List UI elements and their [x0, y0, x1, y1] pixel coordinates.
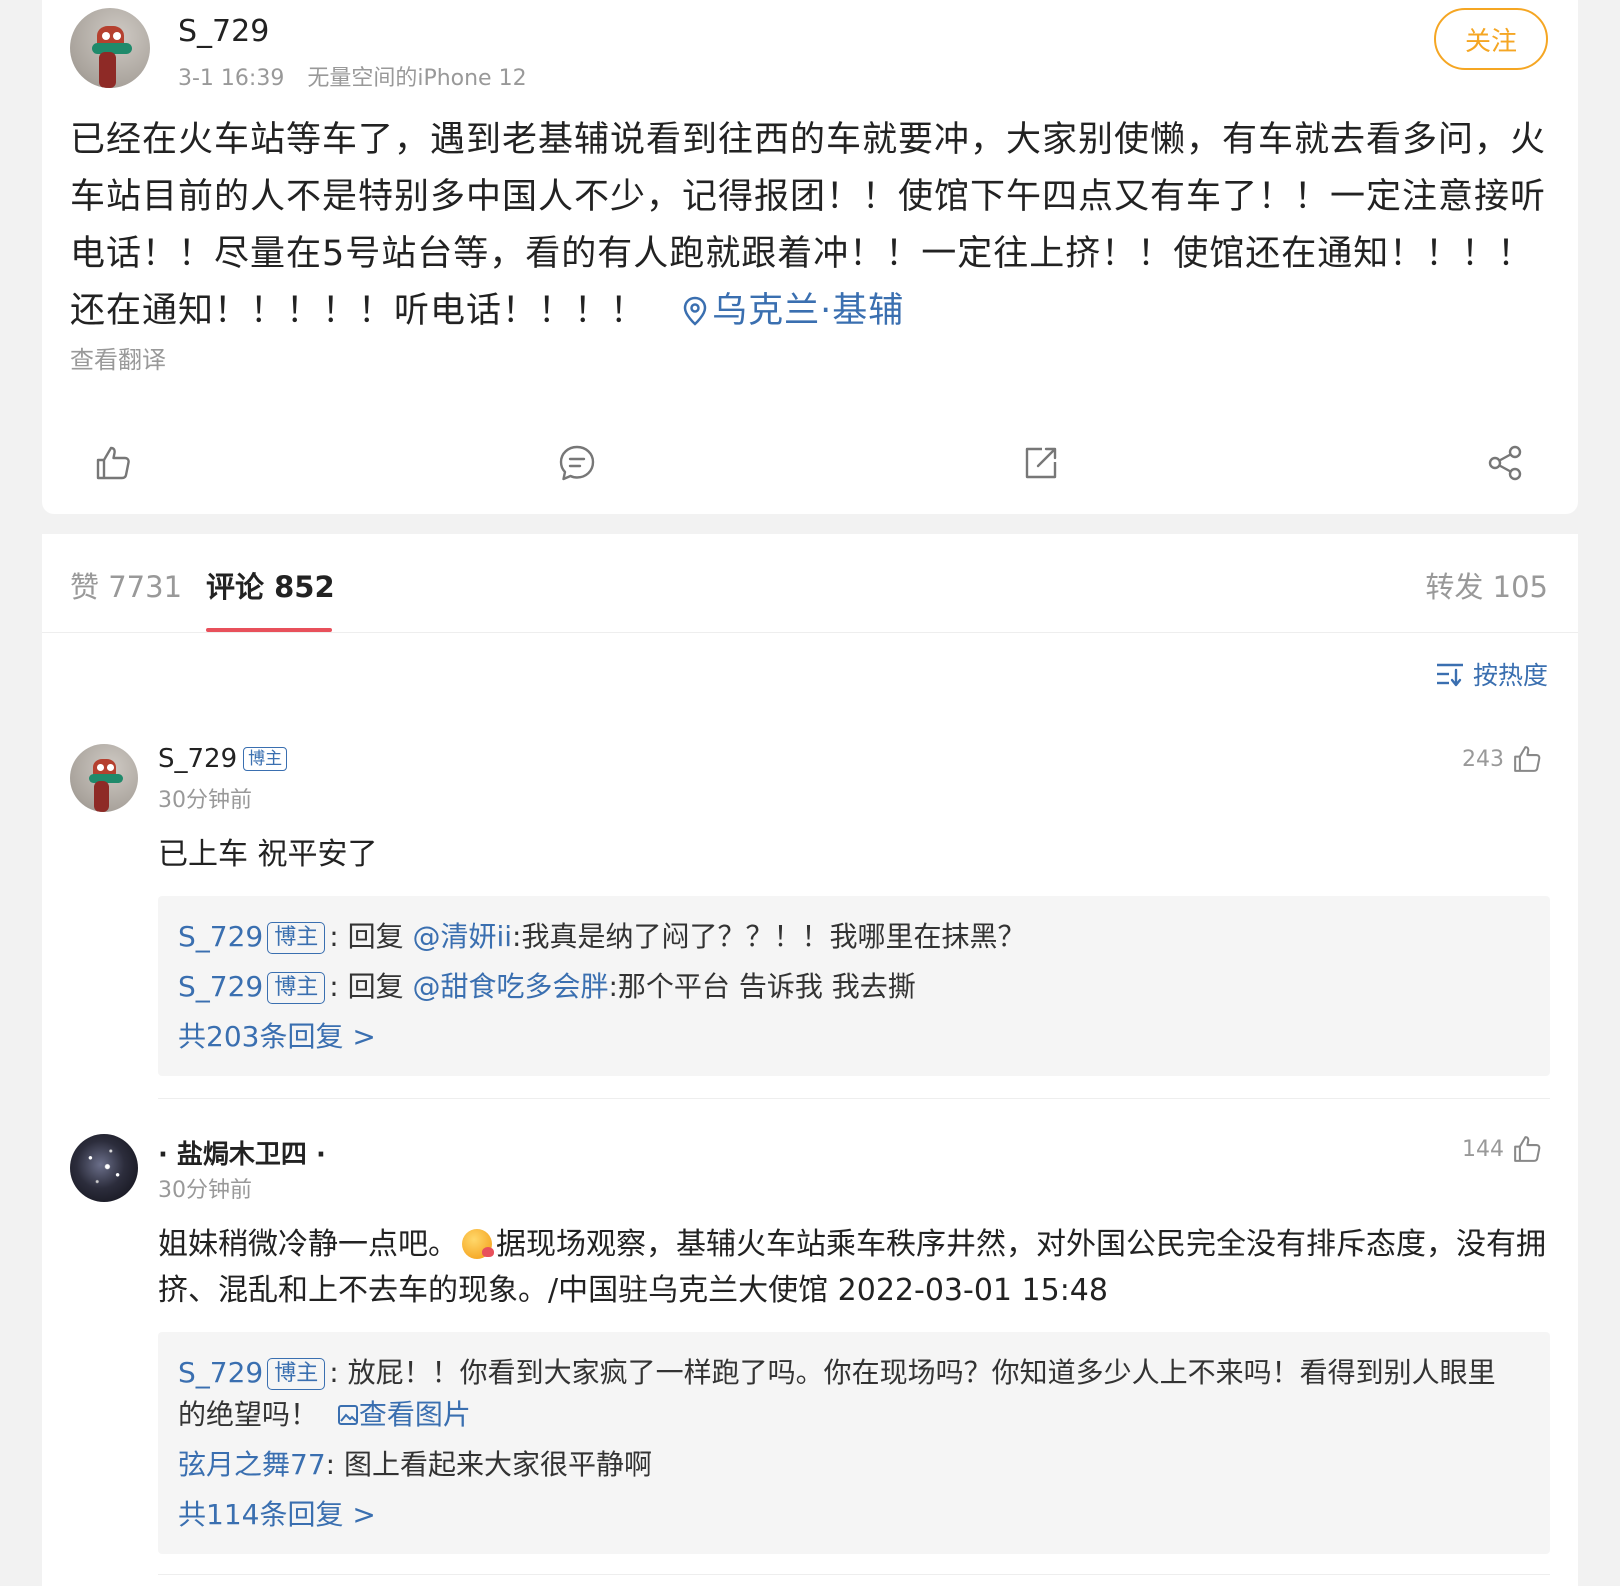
user-avatar[interactable] — [70, 8, 150, 88]
share-icon[interactable] — [1486, 444, 1524, 482]
reply-box: S_729 博主: 放屁！！你看到大家疯了一样跑了吗。你在现场吗？你知道多少人上不… — [158, 1332, 1550, 1554]
kiss-emoji-icon — [462, 1229, 494, 1259]
view-image-link[interactable]: 查看图片 — [337, 1398, 471, 1431]
reply-username: S_729 — [178, 1356, 264, 1389]
comment-divider — [158, 1574, 1550, 1575]
comment-time: 30分钟前 — [158, 1178, 252, 1203]
more-replies-link[interactable]: 共203条回复 > — [178, 1016, 1518, 1058]
comment-like-count: 243 — [1462, 746, 1504, 772]
tab-comments[interactable]: 评论 852 — [206, 564, 335, 606]
tab-reposts[interactable]: 转发 105 — [1425, 564, 1548, 606]
repost-icon[interactable] — [1022, 444, 1060, 482]
reply-item[interactable]: S_729 博主: 回复 @甜食吃多会胖:那个平台 告诉我 我去撕 — [178, 966, 1518, 1008]
reply-username: S_729 — [178, 920, 264, 953]
mention-link: @甜食吃多会胖 — [412, 970, 609, 1003]
tab-likes[interactable]: 赞 7731 — [70, 564, 182, 606]
post-body: 已经在火车站等车了，遇到老基辅说看到往西的车就要冲，大家别使懒，有车就去看多问，… — [70, 112, 1550, 340]
post-meta: 3-1 16:39 无量空间的iPhone 12 — [178, 60, 527, 92]
reply-item[interactable]: S_729 博主: 回复 @清妍ii:我真是纳了闷了？？！！我哪里在抹黑？ — [178, 916, 1518, 958]
sort-button[interactable]: 按热度 — [1435, 656, 1548, 692]
location-pin-icon — [683, 296, 707, 326]
comment-like-button[interactable]: 243 — [1462, 744, 1542, 774]
post-device: 无量空间的iPhone 12 — [307, 66, 527, 91]
sort-label: 按热度 — [1472, 661, 1548, 690]
reply-item[interactable]: 弦月之舞77: 图上看起来大家很平静啊 — [178, 1444, 1518, 1486]
mention-link: @清妍ii — [412, 920, 513, 953]
post-time: 3-1 16:39 — [178, 66, 285, 91]
reply-username: S_729 — [178, 970, 264, 1003]
like-icon — [1514, 746, 1541, 772]
post-username[interactable]: S_729 — [178, 14, 269, 49]
author-badge: 博主 — [267, 922, 326, 954]
reply-username: 弦月之舞77 — [178, 1448, 326, 1481]
reply-box: S_729 博主: 回复 @清妍ii:我真是纳了闷了？？！！我哪里在抹黑？ S_7… — [158, 896, 1550, 1076]
more-replies-link[interactable]: 共114条回复 > — [178, 1494, 1518, 1536]
like-icon — [1514, 1136, 1541, 1162]
comment-username[interactable]: S_729 博主 — [158, 744, 288, 774]
author-badge: 博主 — [243, 747, 288, 771]
translate-link[interactable]: 查看翻译 — [70, 340, 166, 375]
comment-text: 姐妹稍微冷静一点吧。 据现场观察，基辅火车站乘车秩序井然，对外国公民完全没有排斥态… — [158, 1227, 1546, 1308]
location-link[interactable]: 乌克兰·基辅 — [682, 291, 904, 331]
comment-icon[interactable] — [558, 444, 596, 482]
like-icon[interactable] — [94, 444, 132, 482]
comment-avatar[interactable] — [70, 744, 138, 812]
comment-divider — [158, 1098, 1550, 1099]
comment-username[interactable]: · 盐焗木卫四 · — [158, 1134, 326, 1171]
comment-time: 30分钟前 — [158, 788, 252, 813]
comment-text: 已上车 祝平安了 — [158, 837, 378, 872]
location-text: 乌克兰·基辅 — [712, 291, 905, 331]
tabs-divider — [42, 632, 1578, 633]
comment-like-button[interactable]: 144 — [1462, 1134, 1542, 1164]
author-badge: 博主 — [267, 972, 326, 1004]
follow-button[interactable]: 关注 — [1434, 8, 1548, 70]
reply-item[interactable]: S_729 博主: 放屁！！你看到大家疯了一样跑了吗。你在现场吗？你知道多少人上不… — [178, 1352, 1518, 1436]
comment-avatar[interactable] — [70, 1134, 138, 1202]
sort-icon — [1436, 663, 1463, 687]
author-badge: 博主 — [267, 1358, 326, 1390]
comment-like-count: 144 — [1462, 1136, 1504, 1162]
image-icon — [337, 1405, 358, 1425]
